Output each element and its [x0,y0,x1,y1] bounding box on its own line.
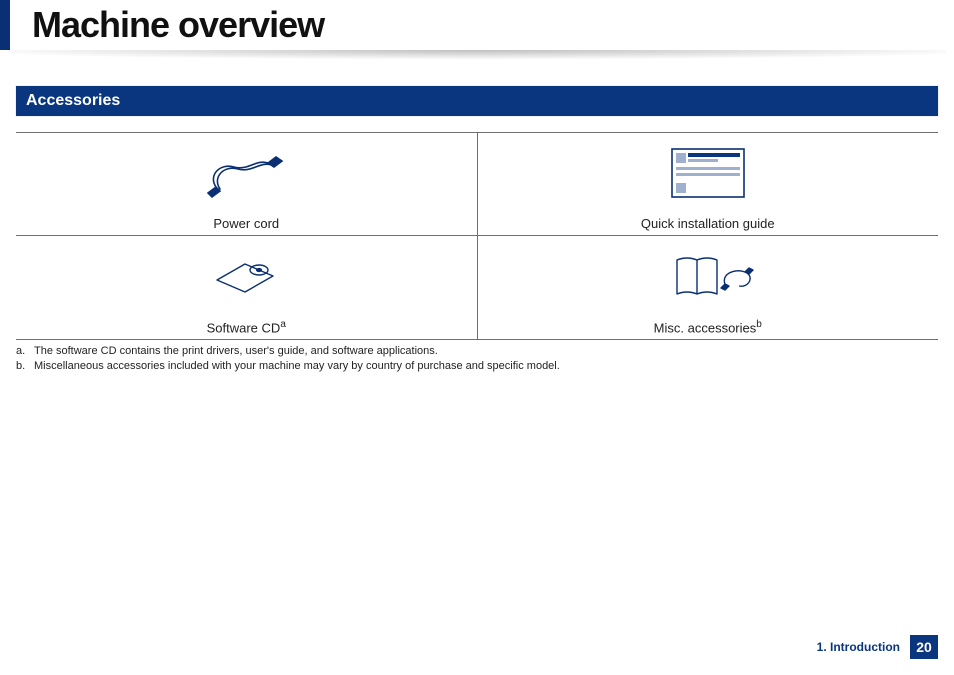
table-row [16,236,938,317]
table-row: Software CDa Misc. accessoriesb [16,316,938,340]
accessory-label: Software CD [207,320,281,335]
quick-guide-icon [662,143,754,203]
footnote-a: a. The software CD contains the print dr… [16,344,938,359]
footnote-b: b. Miscellaneous accessories included wi… [16,359,938,374]
cell-misc-accessories-label: Misc. accessoriesb [477,316,938,340]
cell-power-cord-label: Power cord [16,213,477,236]
accessory-label: Misc. accessories [654,320,757,335]
cell-power-cord-image [16,133,477,214]
chapter-label: 1. Introduction [817,640,900,654]
page-title-block: Machine overview [0,0,954,50]
cell-quick-guide-image [477,133,938,214]
page-number: 20 [910,635,938,659]
table-row [16,133,938,214]
page-footer: 1. Introduction 20 [817,635,938,659]
software-cd-icon [201,250,291,302]
cell-software-cd-label: Software CDa [16,316,477,340]
footnote-label: b. [16,359,28,374]
title-shadow [8,50,946,64]
cell-misc-accessories-image [477,236,938,317]
footnote-text: Miscellaneous accessories included with … [34,359,560,374]
page-title: Machine overview [32,4,954,46]
accessory-label: Quick installation guide [641,216,775,231]
footnotes: a. The software CD contains the print dr… [16,344,938,374]
table-row: Power cord Quick installation guide [16,213,938,236]
cell-software-cd-image [16,236,477,317]
footnote-ref: a [280,319,286,330]
misc-accessories-icon [653,250,763,302]
cell-quick-guide-label: Quick installation guide [477,213,938,236]
accessories-table: Power cord Quick installation guide [16,132,938,340]
footnote-text: The software CD contains the print drive… [34,344,438,359]
footnote-label: a. [16,344,28,359]
accessory-label: Power cord [213,216,279,231]
section-header-accessories: Accessories [16,86,938,116]
footnote-ref: b [756,319,762,330]
power-cord-icon [198,145,294,201]
